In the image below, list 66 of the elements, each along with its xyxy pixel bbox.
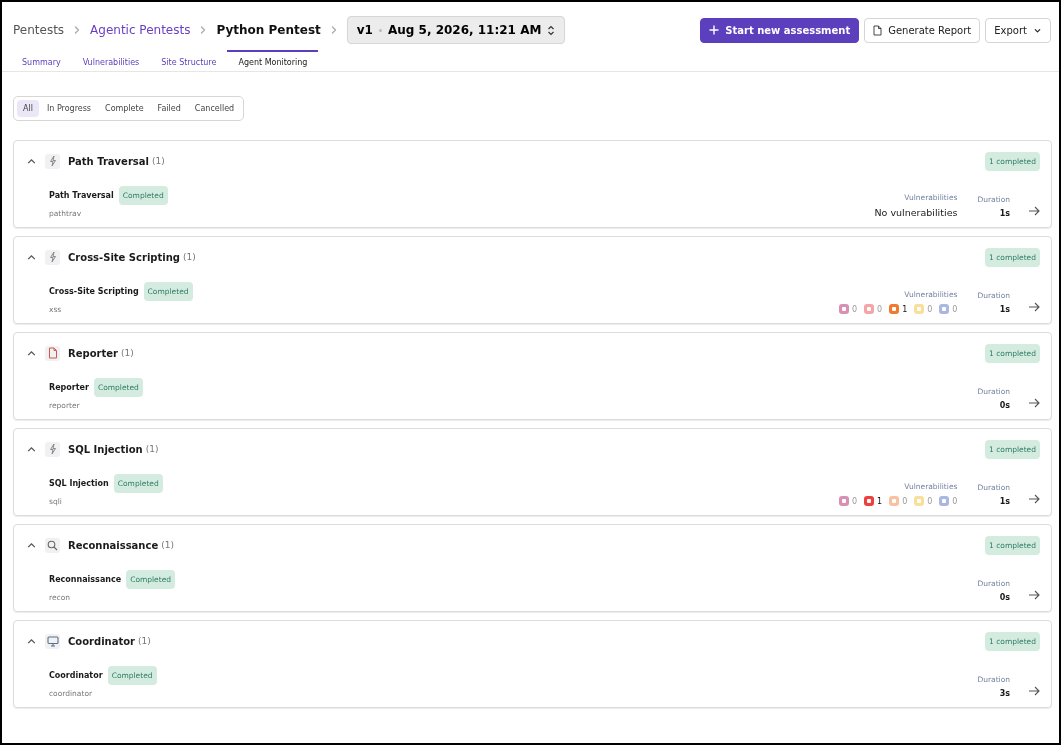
export-button[interactable]: Export — [985, 17, 1051, 43]
severity-count: 0 — [902, 496, 908, 506]
severity-count: 0 — [927, 304, 933, 314]
group-count: (1) — [138, 636, 151, 646]
severity-count: 0 — [851, 304, 858, 314]
tab[interactable]: Vulnerabilities — [71, 50, 151, 71]
group-count: (1) — [183, 252, 196, 262]
duration-value: 0s — [999, 593, 1010, 602]
duration-value: 1s — [999, 305, 1010, 314]
filter-option[interactable]: In Progress — [40, 100, 98, 117]
vulnerabilities-value: No vulnerabilities — [874, 207, 958, 218]
agent-name: Cross-Site Scripting — [49, 287, 139, 296]
lightning-icon — [47, 155, 58, 167]
arrow-right-icon[interactable] — [1028, 686, 1040, 696]
version-selector[interactable]: v1 Aug 5, 2026, 11:21 AM — [346, 16, 566, 44]
severity-count: 0 — [952, 304, 958, 314]
severity-count: 0 — [927, 496, 933, 506]
severity-count: 1 — [902, 304, 908, 314]
tab[interactable]: Site Structure — [150, 50, 228, 71]
group-title: Coordinator — [68, 635, 136, 647]
arrow-right-icon[interactable] — [1028, 302, 1040, 312]
group-count: (1) — [145, 444, 159, 454]
duration-value: 0s — [999, 401, 1010, 410]
sort-icon — [547, 24, 556, 36]
breadcrumb[interactable]: Agentic Pentests — [90, 23, 191, 37]
lightning-icon — [47, 443, 58, 455]
document-icon — [873, 24, 883, 36]
filter-option[interactable]: Failed — [151, 100, 187, 117]
duration-value: 1s — [999, 497, 1010, 506]
severity-count: 0 — [851, 496, 858, 506]
group-title: Reporter — [68, 347, 118, 359]
filter-option[interactable]: Complete — [99, 100, 150, 117]
group-title: Reconnaissance — [68, 539, 159, 551]
duration-value: 1s — [999, 209, 1010, 218]
filter-option[interactable]: Cancelled — [188, 100, 241, 117]
agent-name: Path Traversal — [49, 191, 114, 200]
search-icon — [47, 539, 58, 551]
start-assessment-button[interactable]: Start new assessment — [700, 17, 860, 43]
agent-name: Coordinator — [49, 671, 103, 680]
breadcrumb[interactable]: Pentests — [13, 23, 65, 37]
arrow-right-icon[interactable] — [1028, 206, 1040, 216]
group-count: (1) — [161, 540, 174, 550]
agent-name: Reconnaissance — [49, 575, 122, 584]
agent-name: SQL Injection — [49, 479, 109, 488]
agent-name: Reporter — [49, 383, 89, 392]
duration-value: 3s — [999, 689, 1010, 698]
generate-report-button[interactable]: Generate Report — [864, 17, 981, 43]
document-icon — [47, 347, 58, 359]
breadcrumb[interactable]: Python Pentest — [216, 23, 321, 37]
group-title: Cross-Site Scripting — [68, 251, 180, 263]
filter-option[interactable]: All — [17, 100, 39, 117]
tab[interactable]: Agent Monitoring — [227, 50, 319, 71]
lightning-icon — [47, 251, 58, 263]
group-title: SQL Injection — [68, 443, 143, 455]
arrow-right-icon[interactable] — [1028, 398, 1040, 408]
group-count: (1) — [151, 156, 165, 166]
group-count: (1) — [120, 348, 134, 358]
severity-count: 0 — [952, 496, 958, 506]
plus-icon — [709, 25, 720, 35]
arrow-right-icon[interactable] — [1028, 494, 1040, 504]
tab[interactable]: Summary — [11, 50, 72, 71]
monitor-icon — [46, 635, 59, 647]
severity-count: 1 — [877, 496, 883, 506]
arrow-right-icon[interactable] — [1028, 590, 1040, 600]
group-title: Path Traversal — [68, 155, 149, 167]
severity-count: 0 — [877, 304, 883, 314]
